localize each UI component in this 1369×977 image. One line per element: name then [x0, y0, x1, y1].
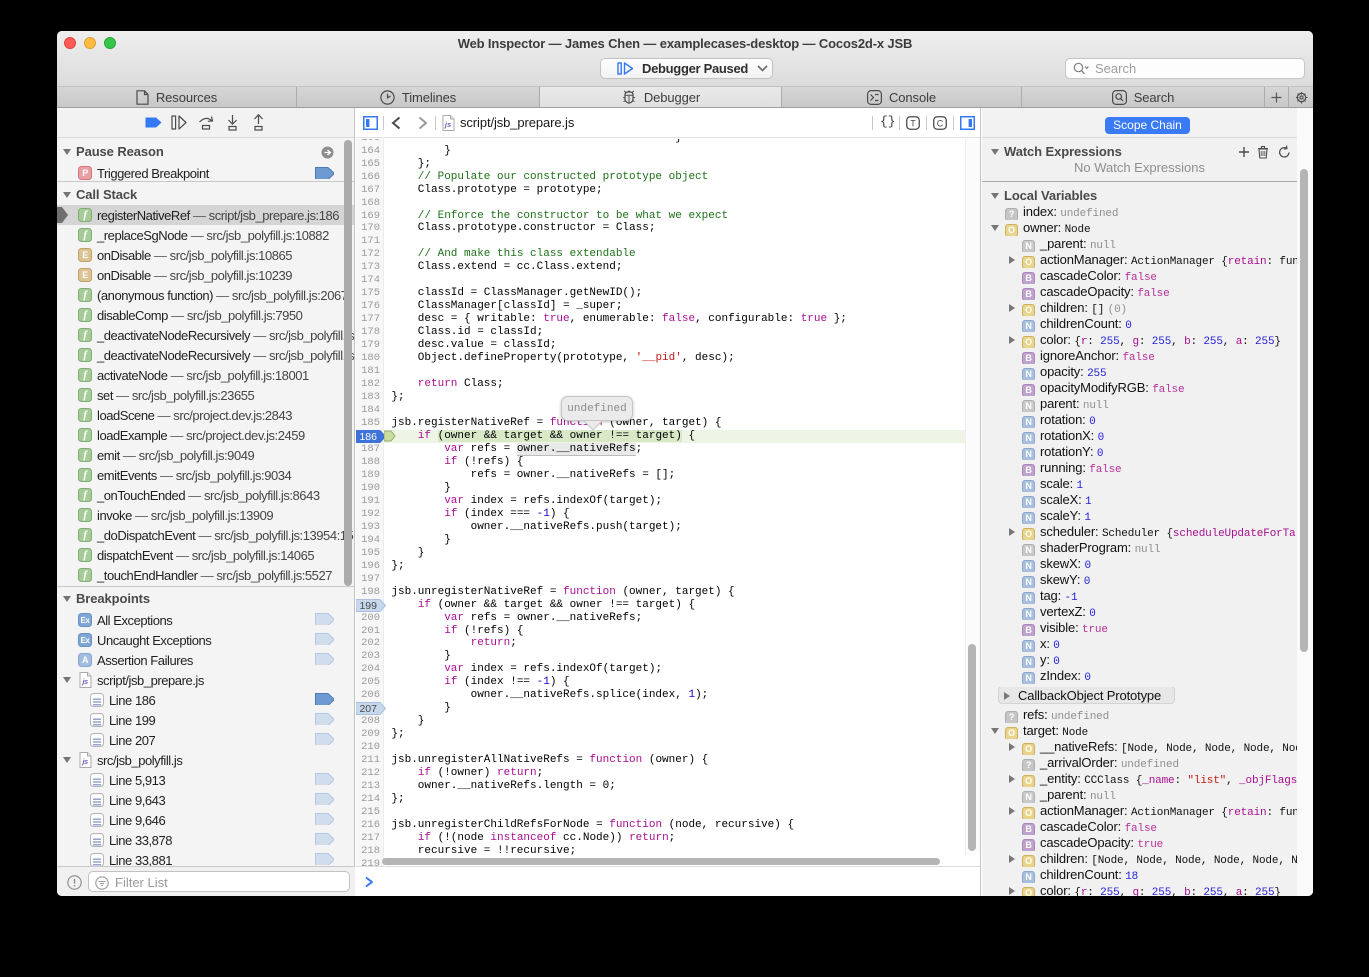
svg-text:C: C	[937, 118, 944, 128]
svg-text:186: 186	[359, 431, 377, 443]
svg-text:js: js	[81, 757, 88, 766]
svg-text:199: 199	[359, 599, 377, 611]
svg-text:js: js	[81, 677, 88, 686]
svg-text:js: js	[444, 120, 451, 129]
svg-text:207: 207	[359, 703, 377, 715]
svg-text:T: T	[910, 118, 916, 128]
